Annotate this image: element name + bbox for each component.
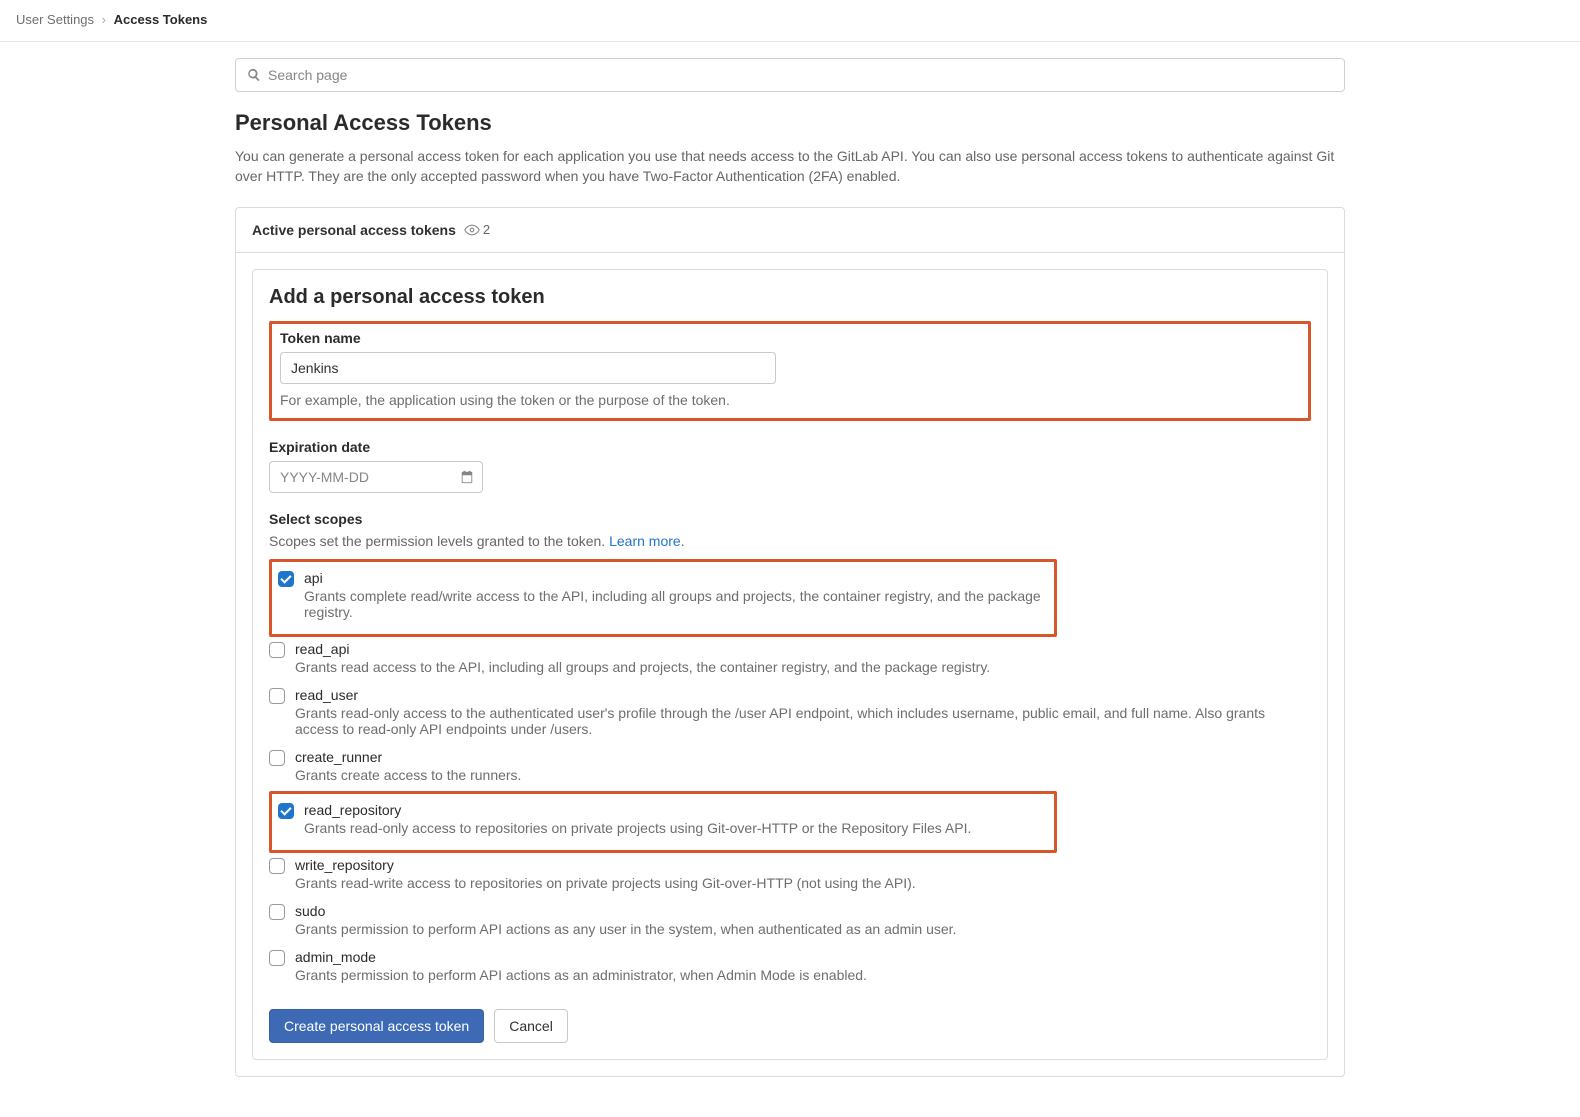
scope-name: sudo [295,903,956,919]
scope-row-create_runner: create_runner Grants create access to the… [269,745,1311,791]
scope-checkbox-read_repository[interactable] [278,803,294,819]
scope-checkbox-write_repository[interactable] [269,858,285,874]
scopes-description: Scopes set the permission levels granted… [269,533,1311,549]
panel-header-title: Active personal access tokens [252,222,456,238]
scope-checkbox-create_runner[interactable] [269,750,285,766]
scope-checkbox-read_api[interactable] [269,642,285,658]
create-token-button[interactable]: Create personal access token [269,1009,484,1043]
scope-checkbox-read_user[interactable] [269,688,285,704]
tokens-panel: Active personal access tokens 2 Add a pe… [235,207,1345,1077]
expiration-field-wrap [269,461,483,493]
breadcrumb-parent[interactable]: User Settings [16,12,94,27]
scope-desc: Grants read-only access to the authentic… [295,705,1311,737]
panel-header[interactable]: Active personal access tokens 2 [236,208,1344,253]
scope-row-write_repository: write_repository Grants read-write access… [269,853,1311,899]
scope-name: read_repository [304,802,971,818]
scope-name: write_repository [295,857,916,873]
token-count-value: 2 [483,222,490,237]
scope-desc: Grants complete read/write access to the… [304,588,1048,620]
breadcrumb: User Settings › Access Tokens [0,0,1580,42]
scope-desc: Grants permission to perform API actions… [295,921,956,937]
scope-row-api: api Grants complete read/write access to … [278,566,1048,628]
scope-name: admin_mode [295,949,867,965]
search-icon [247,68,261,82]
scope-row-read_user: read_user Grants read-only access to the … [269,683,1311,745]
search-container [235,58,1345,92]
cancel-button[interactable]: Cancel [494,1009,568,1043]
calendar-icon[interactable] [460,470,474,484]
scope-row-admin_mode: admin_mode Grants permission to perform A… [269,945,1311,991]
form-actions: Create personal access token Cancel [269,1009,1311,1043]
expiration-field[interactable] [269,461,483,493]
scope-name: api [304,570,1048,586]
token-name-hint: For example, the application using the t… [280,392,1300,408]
scope-row-read_api: read_api Grants read access to the API, i… [269,637,1311,683]
scope-desc: Grants create access to the runners. [295,767,521,783]
highlight-scope-api: api Grants complete read/write access to … [269,559,1057,637]
highlight-token-name: Token name For example, the application … [269,321,1311,421]
page-description: You can generate a personal access token… [235,146,1345,187]
search-input[interactable] [235,58,1345,92]
eye-icon [464,224,480,236]
scope-desc: Grants read access to the API, including… [295,659,990,675]
breadcrumb-current: Access Tokens [114,12,208,27]
scope-name: create_runner [295,749,521,765]
token-name-field[interactable] [280,352,776,384]
breadcrumb-separator: › [102,12,106,27]
scope-name: read_user [295,687,1311,703]
expiration-label: Expiration date [269,439,1311,455]
scope-name: read_api [295,641,990,657]
token-name-label: Token name [280,330,1300,346]
scope-checkbox-api[interactable] [278,571,294,587]
form-title: Add a personal access token [269,286,1311,309]
token-count-badge: 2 [464,222,490,237]
scope-row-read_repository: read_repository Grants read-only access t… [278,798,1048,844]
scope-desc: Grants permission to perform API actions… [295,967,867,983]
scopes-learn-more-link[interactable]: Learn more [609,533,681,549]
scope-desc: Grants read-only access to repositories … [304,820,971,836]
scope-checkbox-admin_mode[interactable] [269,950,285,966]
scope-desc: Grants read-write access to repositories… [295,875,916,891]
scope-checkbox-sudo[interactable] [269,904,285,920]
scope-row-sudo: sudo Grants permission to perform API act… [269,899,1311,945]
add-token-form: Add a personal access token Token name F… [252,269,1328,1060]
scopes-label: Select scopes [269,511,1311,527]
page-title: Personal Access Tokens [235,110,1345,136]
highlight-scope-read_repository: read_repository Grants read-only access t… [269,791,1057,853]
